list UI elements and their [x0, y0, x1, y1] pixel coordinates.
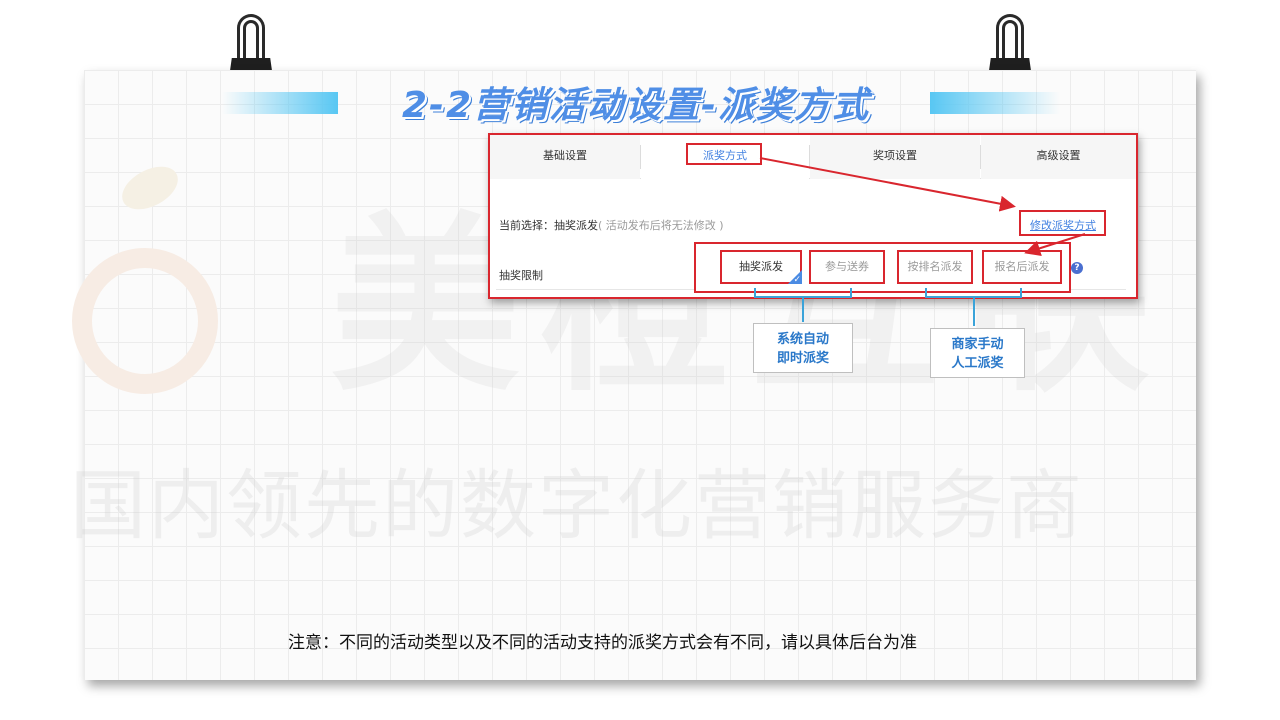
- tab-basic-settings[interactable]: 基础设置: [490, 135, 640, 179]
- current-selection-label: 当前选择：抽奖派发: [499, 219, 598, 232]
- method-ranking-button[interactable]: 按排名派发: [897, 250, 973, 284]
- callout-manual-line1: 商家手动: [951, 337, 1004, 352]
- method-lottery-label: 抽奖派发: [739, 260, 783, 273]
- tab-prize-settings[interactable]: 奖项设置: [810, 135, 980, 179]
- slide-title: 2-2营销活动设置-派奖方式: [402, 85, 870, 126]
- bracket-auto: [754, 288, 852, 298]
- title-decoration-left: [222, 92, 338, 114]
- limit-label: 抽奖限制: [499, 269, 543, 282]
- title-decoration-right: [930, 92, 1060, 114]
- modify-prize-method-link[interactable]: 修改派奖方式: [1030, 217, 1096, 233]
- tab-advanced-settings[interactable]: 高级设置: [981, 135, 1136, 179]
- selected-check-icon: [788, 270, 802, 284]
- callout-system-auto: 系统自动 即时派奖: [753, 323, 853, 373]
- method-signup-button[interactable]: 报名后派发: [982, 250, 1062, 284]
- notice-text: 注意：不同的活动类型以及不同的活动支持的派奖方式会有不同，请以具体后台为准: [288, 633, 917, 653]
- current-selection: 当前选择：抽奖派发( 活动发布后将无法修改 ): [499, 217, 724, 233]
- slide: 美橙互联 国内领先的数字化营销服务商 2-2营销活动设置-派奖方式 基础设置 派…: [0, 0, 1280, 720]
- callout-auto-line1: 系统自动: [776, 332, 829, 347]
- method-coupon-button[interactable]: 参与送券: [809, 250, 885, 284]
- bracket-manual: [925, 288, 1022, 298]
- bracket-auto-stem: [802, 298, 804, 322]
- callout-manual-line2: 人工派奖: [951, 356, 1004, 371]
- tab-highlight-box: [686, 143, 762, 165]
- callout-merchant-manual: 商家手动 人工派奖: [930, 328, 1025, 378]
- watermark-slogan: 国内领先的数字化营销服务商: [70, 461, 1084, 550]
- tab-bar: 基础设置 派奖方式 奖项设置 高级设置: [490, 135, 1136, 179]
- help-icon[interactable]: ?: [1071, 262, 1083, 274]
- current-selection-note: ( 活动发布后将无法修改 ): [598, 219, 724, 232]
- callout-auto-line2: 即时派奖: [776, 351, 829, 366]
- method-lottery-button[interactable]: 抽奖派发: [720, 250, 802, 284]
- watermark-logo-ring-icon: [72, 248, 218, 394]
- bracket-manual-stem: [973, 298, 975, 326]
